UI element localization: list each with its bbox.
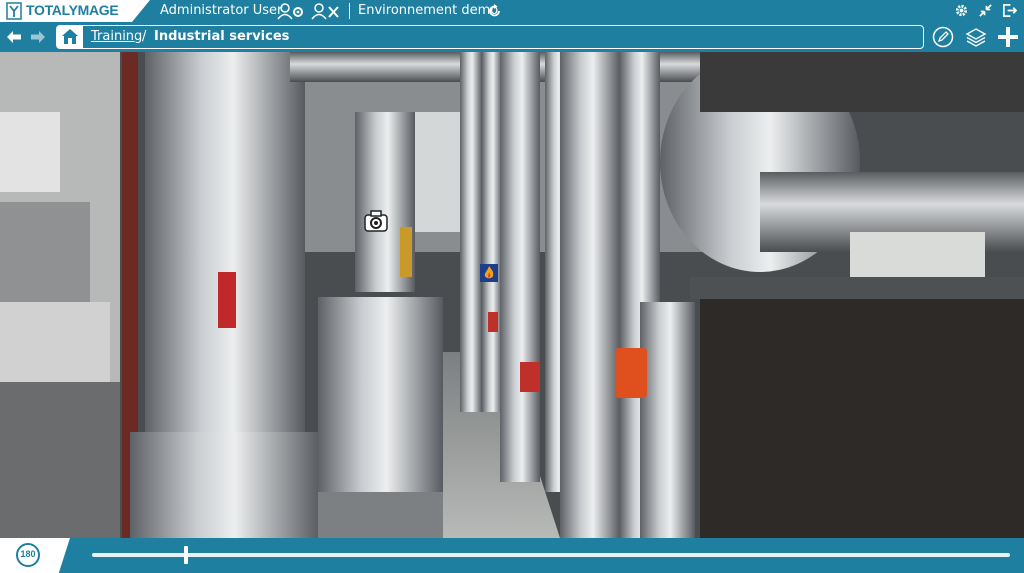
fire-hotspot-icon[interactable] — [480, 264, 498, 282]
top-bar: TOTALYMAGE Administrator User Environnem… — [0, 0, 1024, 22]
bottom-bar: 180 — [0, 538, 1024, 573]
breadcrumb: Training / Industrial services — [56, 25, 924, 49]
current-user-label[interactable]: Administrator User — [160, 3, 282, 18]
home-button[interactable] — [57, 26, 83, 48]
gear-icon[interactable] — [954, 3, 969, 18]
edit-icon[interactable] — [932, 26, 954, 48]
exit-icon[interactable] — [1002, 3, 1017, 18]
camera-hotspot-icon[interactable] — [364, 210, 388, 232]
timeline-slider[interactable] — [92, 546, 1010, 564]
plus-icon[interactable] — [996, 25, 1020, 49]
timeline-slider-handle[interactable] — [183, 546, 188, 564]
view-180-label: 180 — [20, 549, 36, 559]
view-180-button[interactable]: 180 — [16, 543, 40, 567]
refresh-icon[interactable] — [488, 4, 502, 18]
panorama-image — [0, 52, 1024, 538]
brand-logo: TOTALYMAGE — [0, 0, 150, 22]
back-arrow-icon[interactable] — [6, 30, 22, 44]
user-settings-icon[interactable] — [277, 2, 305, 20]
top-separator — [349, 3, 350, 19]
collapse-icon[interactable] — [978, 3, 993, 18]
layers-icon[interactable] — [965, 26, 987, 48]
environment-label[interactable]: Environnement demo — [358, 3, 498, 18]
home-icon — [62, 29, 78, 44]
panorama-viewer[interactable] — [0, 52, 1024, 538]
navigation-bar: Training / Industrial services — [0, 22, 1024, 52]
bottom-left-panel: 180 — [0, 538, 70, 573]
forward-arrow-icon[interactable] — [30, 30, 46, 44]
logo-icon — [6, 2, 22, 20]
breadcrumb-separator: / — [142, 29, 147, 44]
logo-text: TOTALYMAGE — [26, 2, 119, 18]
breadcrumb-current: Industrial services — [154, 29, 290, 44]
breadcrumb-link-training[interactable]: Training — [91, 29, 142, 44]
user-logout-icon[interactable] — [310, 2, 340, 20]
